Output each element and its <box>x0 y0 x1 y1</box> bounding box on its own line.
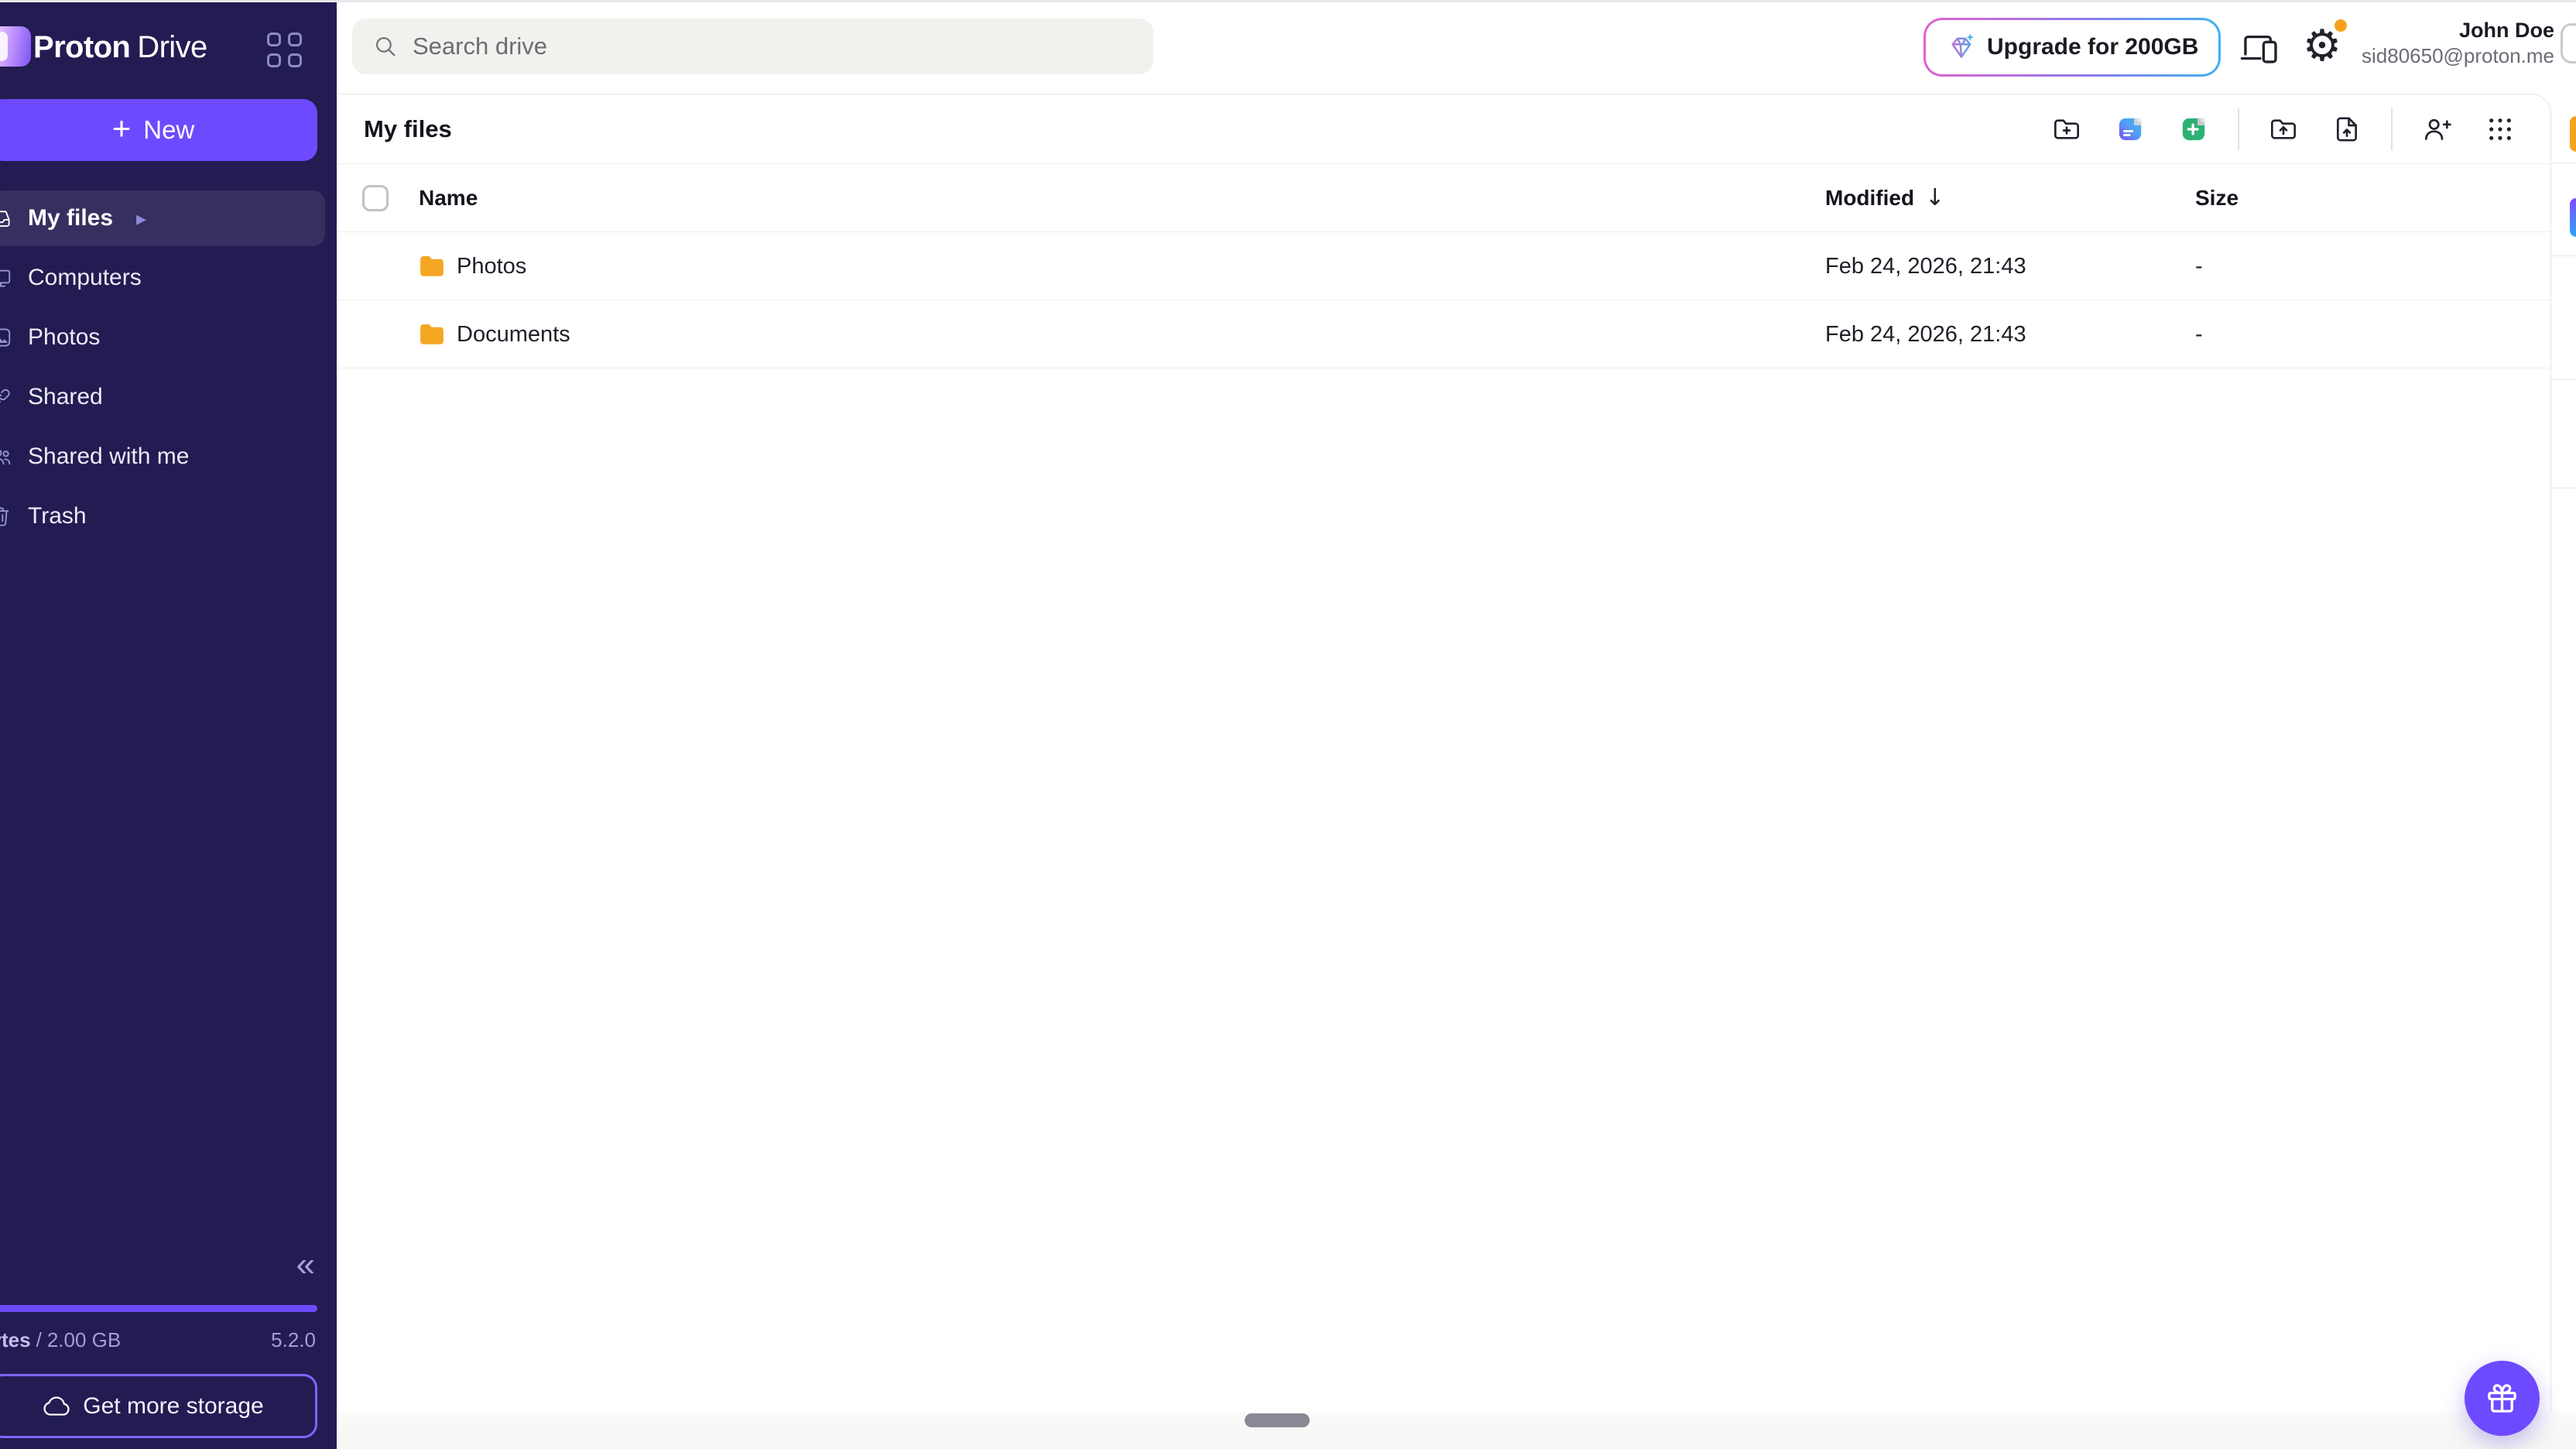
sidebar-item-shared-with-me[interactable]: Shared with me <box>0 429 325 485</box>
sort-desc-icon: ↓ <box>1925 184 1944 211</box>
storage-used: 0 bytes <box>0 1328 31 1351</box>
proton-sheets-icon <box>2178 114 2209 145</box>
edge-divider <box>2552 255 2576 256</box>
proton-drive-logo-icon <box>0 26 31 67</box>
sidebar-item-label: Trash <box>28 503 87 529</box>
create-folder-button[interactable] <box>2042 104 2091 154</box>
sidebar: ProtonDrive + New My files ▸ <box>0 0 337 1449</box>
proton-docs-icon <box>2115 114 2146 145</box>
toolbar-divider <box>2391 108 2393 150</box>
drag-handle[interactable] <box>1245 1413 1310 1427</box>
new-button-label: New <box>143 115 194 145</box>
main-panel: My files <box>337 94 2551 1449</box>
user-name: John Doe <box>2362 17 2554 43</box>
user-plus-icon <box>2421 114 2452 145</box>
sidebar-item-label: Photos <box>28 324 100 351</box>
folder-plus-icon <box>2051 114 2082 145</box>
gear-icon[interactable]: ⚙ <box>2297 20 2348 73</box>
file-size: - <box>2195 300 2203 368</box>
file-modified: Feb 24, 2026, 21:43 <box>1825 232 2026 300</box>
link-icon <box>0 385 12 409</box>
search-icon <box>372 33 399 60</box>
layout-grid-button[interactable] <box>2475 104 2525 154</box>
page-title: My files <box>364 94 452 164</box>
collapse-sidebar-icon[interactable]: « <box>296 1248 315 1282</box>
get-more-storage-button[interactable]: Get more storage <box>0 1374 317 1438</box>
new-document-button[interactable] <box>2105 104 2155 154</box>
clipped-app-icon <box>2570 198 2576 237</box>
new-spreadsheet-button[interactable] <box>2169 104 2218 154</box>
notification-dot <box>2332 17 2349 34</box>
gem-icon <box>1946 32 1977 63</box>
new-button[interactable]: + New <box>0 99 317 161</box>
gift-button[interactable] <box>2465 1361 2540 1436</box>
upgrade-button[interactable]: Upgrade for 200GB <box>1923 18 2221 77</box>
proton-drive-logo: ProtonDrive <box>33 28 207 67</box>
storage-separator: / <box>36 1328 42 1351</box>
user-menu[interactable]: John Doe sid80650@proton.me <box>2362 17 2554 68</box>
get-more-storage-label: Get more storage <box>83 1393 263 1420</box>
sidebar-nav: My files ▸ Computers Photos <box>0 190 337 548</box>
computer-icon <box>0 266 12 289</box>
share-user-button[interactable] <box>2412 104 2461 154</box>
topbar: Upgrade for 200GB ⚙ John Doe sid80650@pr… <box>337 0 2576 94</box>
user-email: sid80650@proton.me <box>2362 43 2554 68</box>
app-switcher-icon[interactable] <box>267 33 303 68</box>
bottom-band <box>337 1412 2576 1449</box>
toolbar-actions <box>2035 94 2532 164</box>
avatar[interactable] <box>2561 23 2576 63</box>
sidebar-item-label: Shared <box>28 384 103 410</box>
select-all-checkbox[interactable] <box>362 185 389 211</box>
search-input[interactable] <box>413 33 1078 60</box>
column-header-name[interactable]: Name <box>419 164 478 232</box>
clipped-app-icon <box>2570 116 2576 152</box>
sidebar-item-label: My files <box>28 205 113 231</box>
sidebar-item-shared[interactable]: Shared <box>0 369 325 425</box>
file-upload-icon <box>2331 114 2362 145</box>
column-header-modified[interactable]: Modified↓ <box>1825 164 1944 232</box>
brand-name: Proton <box>33 30 130 64</box>
drive-inbox-icon <box>0 207 12 230</box>
expand-caret-icon[interactable]: ▸ <box>136 208 146 228</box>
folder-upload-icon <box>2268 114 2299 145</box>
sidebar-item-label: Shared with me <box>28 444 189 470</box>
toolbar: My files <box>337 94 2550 164</box>
storage-total: 2.00 GB <box>47 1328 121 1351</box>
product-name: Drive <box>137 30 207 64</box>
devices-icon[interactable] <box>2237 26 2285 70</box>
sidebar-item-photos[interactable]: Photos <box>0 310 325 365</box>
file-modified: Feb 24, 2026, 21:43 <box>1825 300 2026 368</box>
file-size: - <box>2195 232 2203 300</box>
folder-icon <box>419 322 445 345</box>
users-icon <box>0 445 12 468</box>
plus-icon: + <box>112 112 132 145</box>
trash-icon <box>0 505 12 528</box>
edge-divider <box>2552 379 2576 380</box>
grid-dots-icon <box>2485 114 2516 145</box>
toolbar-divider <box>2238 108 2239 150</box>
file-name: Documents <box>457 300 570 368</box>
column-header-size[interactable]: Size <box>2195 164 2239 232</box>
storage-usage: 0 bytes/2.00 GB <box>0 1328 121 1352</box>
folder-icon <box>419 254 445 277</box>
storage-progress-bar <box>0 1305 317 1312</box>
sidebar-item-computers[interactable]: Computers <box>0 250 325 306</box>
proton-drive-app: ProtonDrive + New My files ▸ <box>0 0 2576 1449</box>
photos-icon <box>0 326 12 349</box>
search-bar[interactable] <box>352 19 1153 74</box>
app-version: 5.2.0 <box>271 1328 316 1352</box>
upload-file-button[interactable] <box>2322 104 2372 154</box>
sidebar-item-trash[interactable]: Trash <box>0 488 325 544</box>
table-row-photos[interactable]: Photos Feb 24, 2026, 21:43 - <box>337 232 2550 300</box>
sidebar-item-label: Computers <box>28 265 142 291</box>
table-row-documents[interactable]: Documents Feb 24, 2026, 21:43 - <box>337 300 2550 368</box>
gift-icon <box>2484 1380 2520 1416</box>
table-header: Name Modified↓ Size <box>337 164 2550 232</box>
file-name: Photos <box>457 232 526 300</box>
cloud-icon <box>43 1396 70 1416</box>
sidebar-item-my-files[interactable]: My files ▸ <box>0 190 325 246</box>
upload-folder-button[interactable] <box>2259 104 2308 154</box>
upgrade-button-label: Upgrade for 200GB <box>1987 34 2198 60</box>
